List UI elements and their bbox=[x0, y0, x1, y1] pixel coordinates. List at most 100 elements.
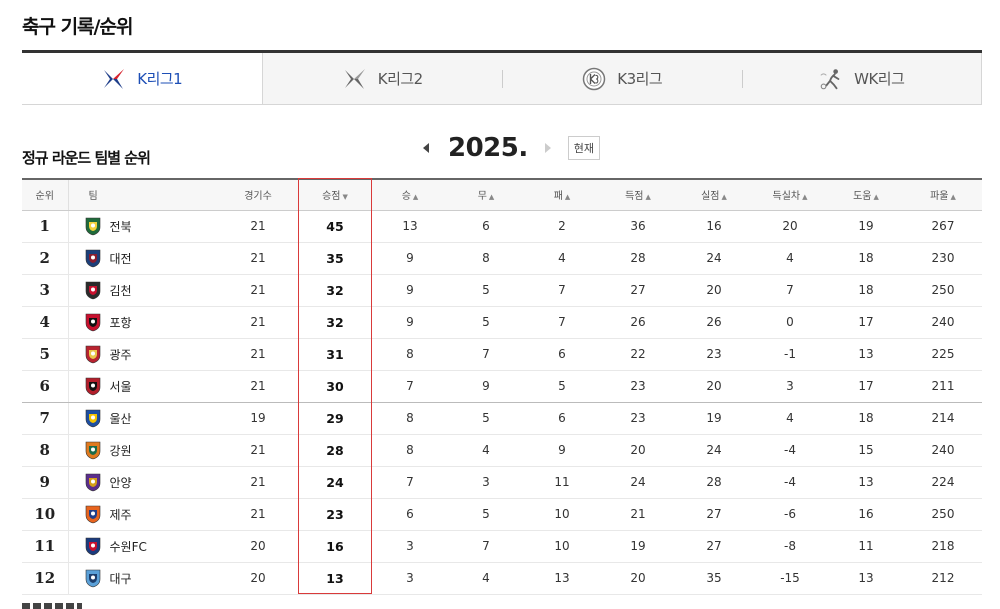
team-cell: 울산 bbox=[68, 402, 218, 435]
header-losses[interactable]: 패 ▲ bbox=[524, 178, 600, 211]
header-assists[interactable]: 도움 ▲ bbox=[828, 178, 904, 211]
gf-cell: 28 bbox=[600, 242, 676, 275]
wins-cell: 13 bbox=[372, 210, 448, 243]
gf-cell: 20 bbox=[600, 562, 676, 595]
team-link[interactable]: 안양 bbox=[110, 474, 132, 491]
tab-label: WK리그 bbox=[854, 70, 905, 88]
table-row: 12 대구 20 13 3 4 13 20 35 -15 13 212 bbox=[22, 562, 982, 595]
sort-asc-icon: ▲ bbox=[564, 193, 571, 202]
sort-asc-icon: ▲ bbox=[645, 193, 651, 202]
team-emblem-icon bbox=[85, 537, 100, 556]
wins-cell: 9 bbox=[372, 274, 448, 307]
draws-cell: 3 bbox=[448, 466, 524, 499]
gd-cell: -4 bbox=[752, 434, 828, 467]
team-link[interactable]: 김천 bbox=[110, 282, 132, 299]
played-cell: 21 bbox=[218, 466, 298, 499]
rank-cell: 3 bbox=[22, 274, 69, 307]
draws-cell: 7 bbox=[448, 530, 524, 563]
fouls-cell: 225 bbox=[904, 338, 982, 371]
standings-table: 순위 팀 경기수 승점 ▼ 승 ▲ 무 ▲ 패 ▲ 득점 ▲ 실점 ▲ 득실차 ▲ 도움 ▲ 파… bbox=[22, 178, 982, 595]
wins-cell: 7 bbox=[372, 466, 448, 499]
draws-cell: 6 bbox=[448, 210, 524, 243]
team-link[interactable]: 수원FC bbox=[110, 538, 147, 555]
tab-wk-league[interactable]: WK리그 bbox=[741, 53, 982, 104]
rank-cell: 9 bbox=[22, 466, 69, 499]
gf-cell: 22 bbox=[600, 338, 676, 371]
table-row: 7 울산 19 29 8 5 6 23 19 4 18 214 bbox=[22, 402, 982, 435]
rank-cell: 1 bbox=[22, 210, 69, 243]
played-cell: 20 bbox=[218, 562, 298, 595]
team-cell: 안양 bbox=[68, 466, 218, 499]
table-row: 9 안양 21 24 7 3 11 24 28 -4 13 224 bbox=[22, 466, 982, 499]
team-link[interactable]: 포항 bbox=[110, 314, 132, 331]
ga-cell: 27 bbox=[676, 530, 752, 563]
gd-cell: 3 bbox=[752, 370, 828, 403]
team-link[interactable]: 대구 bbox=[110, 570, 132, 587]
points-cell: 35 bbox=[298, 242, 372, 275]
header-fouls[interactable]: 파울 ▲ bbox=[904, 178, 982, 211]
sort-asc-icon: ▲ bbox=[950, 193, 956, 202]
team-cell: 강원 bbox=[68, 434, 218, 467]
next-year-button[interactable] bbox=[542, 141, 554, 155]
standings-body: 1 전북 21 45 13 6 2 36 16 20 19 267 2 대전 21 35 9 8 4 28 24 4 18 2… bbox=[22, 210, 982, 595]
header-wins[interactable]: 승 ▲ bbox=[372, 178, 448, 211]
losses-cell: 2 bbox=[524, 210, 600, 243]
page-title: 축구 기록/순위 bbox=[22, 16, 133, 38]
table-row: 5 광주 21 31 8 7 6 22 23 -1 13 225 bbox=[22, 338, 982, 371]
team-link[interactable]: 강원 bbox=[110, 442, 132, 459]
gf-cell: 21 bbox=[600, 498, 676, 531]
team-emblem-icon bbox=[85, 409, 100, 428]
header-rank: 순위 bbox=[22, 178, 69, 211]
gf-cell: 27 bbox=[600, 274, 676, 307]
header-goals-for[interactable]: 득점 ▲ bbox=[600, 178, 676, 211]
losses-cell: 13 bbox=[524, 562, 600, 595]
losses-cell: 9 bbox=[524, 434, 600, 467]
points-cell: 45 bbox=[298, 210, 372, 243]
wins-cell: 9 bbox=[372, 242, 448, 275]
rank-cell: 10 bbox=[22, 498, 69, 531]
team-link[interactable]: 제주 bbox=[110, 506, 132, 523]
team-cell: 전북 bbox=[68, 210, 218, 243]
sort-desc-icon: ▼ bbox=[342, 193, 348, 202]
sort-asc-icon: ▲ bbox=[802, 193, 808, 202]
header-goals-against[interactable]: 실점 ▲ bbox=[676, 178, 752, 211]
tab-k-league-1[interactable]: K리그1 bbox=[22, 53, 263, 104]
tab-k-league-2[interactable]: K리그2 bbox=[263, 53, 503, 104]
draws-cell: 5 bbox=[448, 498, 524, 531]
team-emblem-icon bbox=[85, 473, 100, 492]
team-emblem-icon bbox=[85, 505, 100, 524]
gd-cell: 20 bbox=[752, 210, 828, 243]
assists-cell: 11 bbox=[828, 530, 904, 563]
draws-cell: 5 bbox=[448, 274, 524, 307]
ga-cell: 16 bbox=[676, 210, 752, 243]
team-link[interactable]: 대전 bbox=[110, 250, 132, 267]
current-season-button[interactable]: 현재 bbox=[567, 136, 600, 160]
header-points[interactable]: 승점 ▼ bbox=[298, 178, 372, 211]
wins-cell: 3 bbox=[372, 562, 448, 595]
season-year: 2025. bbox=[448, 133, 528, 163]
standings-table-wrap: 순위 팀 경기수 승점 ▼ 승 ▲ 무 ▲ 패 ▲ 득점 ▲ 실점 ▲ 득실차 ▲ 도움 ▲ 파… bbox=[22, 178, 982, 595]
section-title: 정규 라운드 팀별 순위 bbox=[22, 149, 151, 167]
ga-cell: 24 bbox=[676, 434, 752, 467]
ga-cell: 28 bbox=[676, 466, 752, 499]
prev-year-button[interactable] bbox=[420, 141, 432, 155]
team-emblem-icon bbox=[85, 217, 100, 236]
tab-k3-league[interactable]: K3리그 bbox=[502, 53, 742, 104]
team-cell: 김천 bbox=[68, 274, 218, 307]
header-goal-diff[interactable]: 득실차 ▲ bbox=[752, 178, 828, 211]
team-link[interactable]: 서울 bbox=[110, 378, 132, 395]
played-cell: 21 bbox=[218, 370, 298, 403]
header-draws[interactable]: 무 ▲ bbox=[448, 178, 524, 211]
losses-cell: 5 bbox=[524, 370, 600, 403]
assists-cell: 17 bbox=[828, 370, 904, 403]
table-row: 8 강원 21 28 8 4 9 20 24 -4 15 240 bbox=[22, 434, 982, 467]
fouls-cell: 240 bbox=[904, 434, 982, 467]
team-link[interactable]: 전북 bbox=[110, 218, 132, 235]
team-link[interactable]: 울산 bbox=[110, 410, 132, 427]
ga-cell: 27 bbox=[676, 498, 752, 531]
gf-cell: 20 bbox=[600, 434, 676, 467]
ga-cell: 19 bbox=[676, 402, 752, 435]
team-link[interactable]: 광주 bbox=[110, 346, 132, 363]
gf-cell: 26 bbox=[600, 306, 676, 339]
losses-cell: 7 bbox=[524, 306, 600, 339]
